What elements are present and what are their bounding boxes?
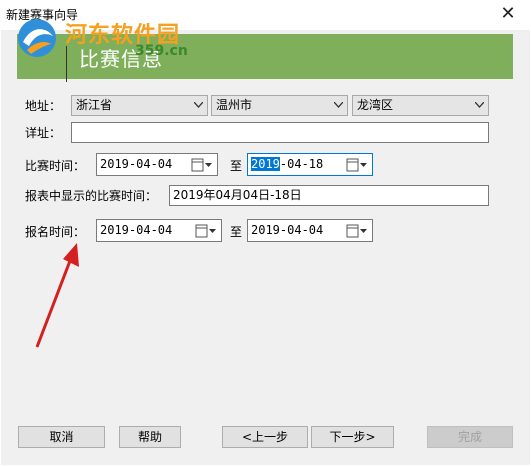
signup-start-date-value: 2019-04-04	[100, 223, 173, 237]
address-label: 地址：	[25, 99, 62, 113]
dropdown-arrow-icon	[475, 102, 484, 108]
signup-end-date-picker[interactable]: 2019-04-04	[247, 219, 373, 242]
calendar-icon[interactable]	[346, 158, 368, 172]
dropdown-arrow-icon	[194, 102, 203, 108]
finish-button[interactable]: 完成	[427, 426, 513, 448]
signup-to-label: 至	[230, 225, 243, 239]
signup-start-date-picker[interactable]: 2019-04-04	[96, 219, 222, 242]
detail-label: 详址：	[25, 126, 62, 140]
calendar-icon[interactable]	[346, 224, 368, 238]
prev-button[interactable]: <上一步	[222, 426, 308, 448]
match-to-label: 至	[230, 159, 243, 173]
logo-icon	[18, 19, 56, 57]
district-select[interactable]: 龙湾区	[352, 95, 489, 116]
report-time-label: 报表中显示的比赛时间：	[25, 189, 158, 203]
next-button[interactable]: 下一步>	[311, 426, 394, 448]
province-value: 浙江省	[76, 98, 113, 112]
close-icon[interactable]: ✕	[485, 0, 531, 30]
detail-address-input[interactable]	[71, 122, 489, 143]
report-time-input[interactable]: 2019年04月04日-18日	[169, 185, 489, 206]
help-button[interactable]: 帮助	[119, 426, 181, 448]
wizard-client-area: 比赛信息 河东软件园 359.cn 地址： 浙江省 温州市 龙湾区 详址： 比赛…	[1, 19, 530, 465]
watermark-url: 359.cn	[135, 43, 188, 59]
watermark: 河东软件园 359.cn	[15, 16, 215, 76]
city-select[interactable]: 温州市	[211, 95, 348, 116]
dropdown-arrow-icon	[334, 102, 343, 108]
signup-end-date-value: 2019-04-04	[251, 223, 324, 237]
calendar-icon[interactable]	[195, 224, 217, 238]
match-end-date-picker[interactable]: 2019-04-18	[247, 153, 373, 176]
district-value: 龙湾区	[357, 98, 394, 112]
match-time-label: 比赛时间：	[25, 159, 86, 173]
cancel-button[interactable]: 取消	[18, 426, 105, 448]
annotation-arrow-icon	[35, 243, 79, 348]
calendar-icon[interactable]	[191, 158, 213, 172]
match-end-date-rest: -04-18	[279, 157, 324, 171]
city-value: 温州市	[216, 98, 253, 112]
match-start-date-picker[interactable]: 2019-04-04	[96, 153, 218, 176]
signup-time-label: 报名时间：	[25, 225, 86, 239]
province-select[interactable]: 浙江省	[71, 95, 208, 116]
match-end-date-selected: 2019	[251, 157, 280, 171]
match-start-date-value: 2019-04-04	[100, 157, 173, 171]
